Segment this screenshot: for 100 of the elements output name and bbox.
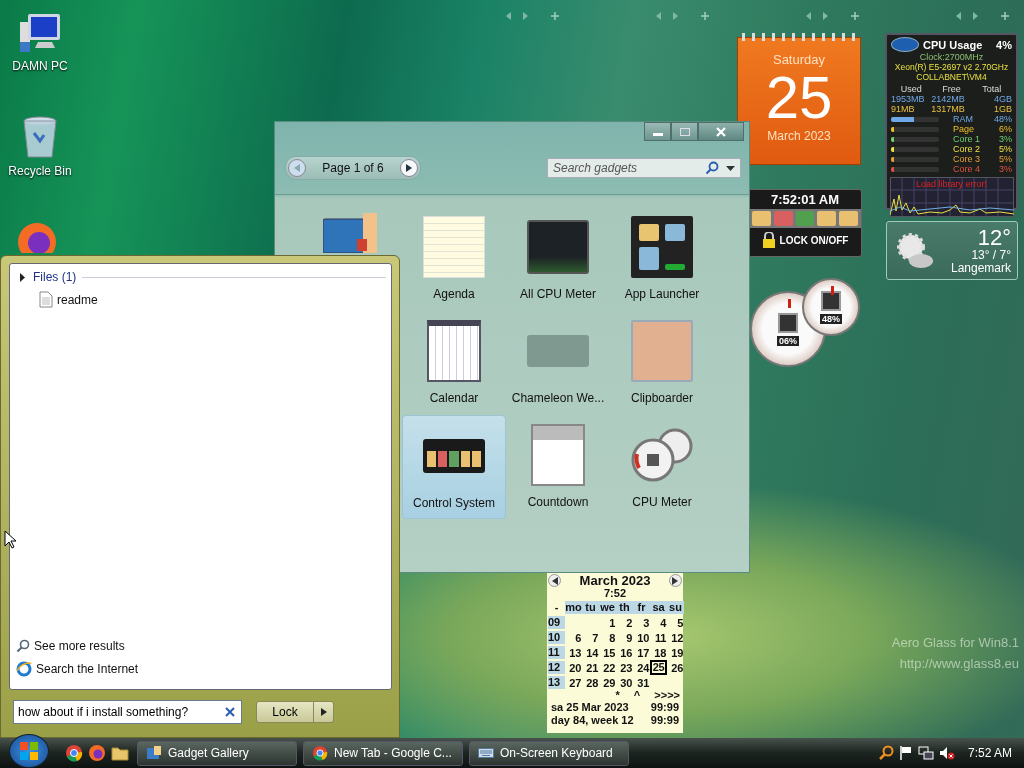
calendar-thumbnail [427, 320, 481, 382]
clear-icon[interactable] [225, 707, 235, 717]
right-arrow-icon [320, 708, 327, 716]
gadget-tile[interactable]: Clipboarder [610, 311, 714, 415]
usage-bar [891, 146, 939, 152]
gadget-tile[interactable]: Countdown [506, 415, 610, 519]
day-cell[interactable]: 12 [667, 631, 684, 644]
day-cell[interactable]: 30 [616, 676, 633, 689]
speaker-muted-icon[interactable] [938, 745, 955, 761]
control-tile-icon[interactable] [752, 211, 771, 226]
chip-icon [821, 290, 841, 311]
flag-icon[interactable] [898, 745, 913, 761]
power-options-button[interactable] [314, 701, 334, 723]
day-cell[interactable]: 6 [565, 631, 582, 644]
memory-value: 2142MB [931, 94, 966, 104]
day-cell[interactable]: 28 [582, 676, 599, 689]
next-month-button[interactable] [669, 574, 682, 587]
control-tile-icon[interactable] [839, 211, 858, 226]
day-cell[interactable]: 27 [565, 676, 582, 689]
search-field[interactable]: Search gadgets [547, 158, 741, 178]
agenda-nav-link[interactable]: * [615, 690, 620, 701]
search-link[interactable]: Search the Internet [16, 661, 386, 677]
day-cell[interactable]: 5 [667, 616, 684, 629]
day-cell[interactable]: 31 [633, 676, 650, 689]
gadget-tile[interactable]: Chameleon We... [506, 311, 610, 415]
day-cell[interactable]: 18 [650, 646, 667, 659]
network-icon[interactable] [917, 745, 934, 761]
agenda-nav-link[interactable]: ^ [633, 690, 641, 701]
memory-value: 1317MB [931, 104, 966, 114]
lock-button[interactable]: Lock [256, 701, 314, 723]
day-cell[interactable]: 25 [650, 660, 667, 675]
start-button[interactable] [9, 734, 49, 768]
day-cell[interactable]: 17 [633, 646, 650, 659]
month-title: March 2023 [579, 573, 651, 588]
day-cell[interactable]: 16 [616, 646, 633, 659]
folder-icon[interactable] [111, 745, 129, 761]
maximize-button[interactable] [671, 122, 698, 141]
day-cell[interactable]: 22 [599, 661, 616, 674]
gadget-title: CPU Usage [923, 38, 984, 51]
desktop-icon[interactable]: Recycle Bin [4, 113, 76, 178]
day-cell[interactable]: 3 [633, 616, 650, 629]
gadget-tile[interactable]: App Launcher [610, 207, 714, 311]
week-number: 13 [548, 676, 565, 689]
meter-value: 6% [999, 124, 1012, 134]
search-icon[interactable] [705, 161, 719, 175]
day-cell[interactable]: 9 [616, 631, 633, 644]
day-cell[interactable]: 2 [616, 616, 633, 629]
day-cell[interactable]: 11 [650, 631, 667, 644]
agenda-nav-link[interactable]: >>>> [654, 690, 680, 701]
minimize-button[interactable] [644, 122, 671, 141]
taskbar-button[interactable]: Gadget Gallery [137, 740, 297, 766]
weekday-label: Saturday [772, 52, 825, 67]
day-cell[interactable]: 19 [667, 646, 684, 659]
file-result[interactable]: readme [39, 291, 386, 308]
day-cell[interactable]: 1 [599, 616, 616, 629]
day-cell[interactable]: 29 [599, 676, 616, 689]
day-cell[interactable]: 13 [565, 646, 582, 659]
day-cell[interactable]: 14 [582, 646, 599, 659]
search-field[interactable]: how about if i install something? [13, 700, 242, 724]
gadget-tile[interactable]: Agenda [402, 207, 506, 311]
temperature-range: 13° / 7° [971, 248, 1011, 262]
dropdown-caret-icon[interactable] [726, 166, 735, 171]
files-group-header[interactable]: Files (1) [16, 270, 77, 284]
search-link[interactable]: See more results [16, 639, 386, 653]
day-cell[interactable]: 20 [565, 661, 582, 674]
agenda-info: sa 25 Mar 2023 [551, 701, 629, 714]
day-cell[interactable]: 23 [616, 661, 633, 674]
day-cell[interactable]: 15 [599, 646, 616, 659]
lock-toggle[interactable]: LOCK ON/OFF [779, 234, 849, 246]
gadget-name: Calendar [429, 391, 479, 405]
day-cell[interactable]: 24 [633, 661, 650, 674]
padlock-icon [761, 232, 776, 248]
weekday-header: we [599, 601, 616, 614]
taskbar-button[interactable]: On-Screen Keyboard [469, 740, 629, 766]
day-cell[interactable]: 7 [582, 631, 599, 644]
gadget-tile[interactable]: Calendar [402, 311, 506, 415]
gadget-tile[interactable]: CPU Meter [610, 415, 714, 519]
activation-watermark: http://www.glass8.eu [899, 655, 1019, 673]
previous-month-button[interactable] [548, 574, 561, 587]
sidebar-controls-icon[interactable] [955, 11, 1011, 21]
day-cell[interactable]: 8 [599, 631, 616, 644]
day-cell[interactable]: 10 [633, 631, 650, 644]
next-page-button[interactable] [400, 159, 418, 177]
gadget-tile[interactable]: All CPU Meter [506, 207, 610, 311]
gadget-tile[interactable]: Control System [402, 415, 506, 519]
chrome-icon[interactable] [65, 744, 83, 762]
close-button[interactable] [698, 122, 744, 141]
week-number: 09 [548, 616, 565, 629]
day-cell[interactable]: 21 [582, 661, 599, 674]
taskbar-button[interactable]: New Tab - Google C... [303, 740, 463, 766]
day-cell[interactable]: 26 [667, 661, 684, 674]
clock-time: 7:52:01 AM [770, 192, 840, 207]
meter-value: 5% [999, 144, 1012, 154]
taskbar-clock[interactable]: 7:52 AM [967, 746, 1012, 760]
day-cell[interactable]: 4 [650, 616, 667, 629]
weekday-header: sa [650, 601, 667, 614]
search-icon[interactable] [877, 745, 894, 761]
meter-value: 3% [999, 134, 1012, 144]
firefox-icon[interactable] [88, 744, 106, 762]
desktop-icon[interactable]: DAMN PC [4, 8, 76, 73]
